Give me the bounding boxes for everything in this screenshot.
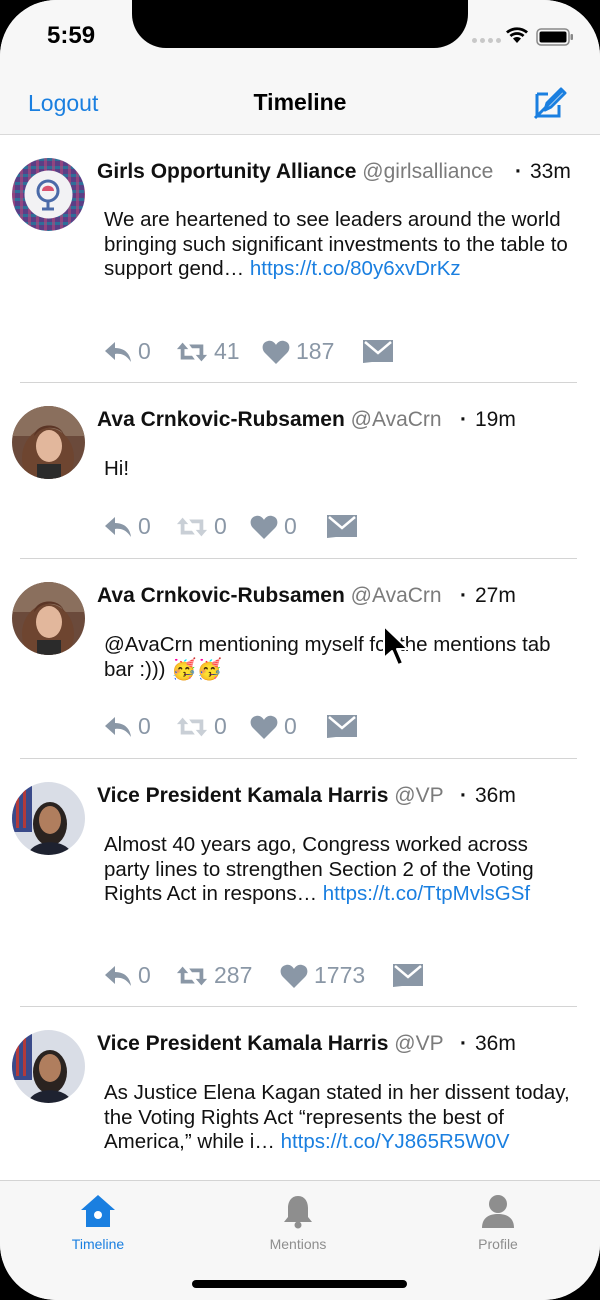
bell-icon xyxy=(284,1196,312,1229)
author-name: Ava Crnkovic-Rubsamen xyxy=(97,584,345,607)
reply-button[interactable]: 0 xyxy=(104,713,151,740)
tweet-cell[interactable]: Ava Crnkovic-Rubsamen @AvaCrn · 19m Hi! 0… xyxy=(0,383,600,559)
author-name: Girls Opportunity Alliance xyxy=(97,160,357,183)
wifi-icon xyxy=(506,27,528,43)
battery-icon xyxy=(536,28,573,46)
author-handle: @girlsalliance xyxy=(362,160,494,183)
avatar[interactable] xyxy=(12,582,85,655)
tweet-actions: 0 0 0 xyxy=(104,713,574,743)
tweet-timestamp: · 27m xyxy=(460,584,516,607)
tweet-timestamp: · 36m xyxy=(460,784,516,807)
tweet-cell[interactable]: Vice President Kamala Harris @VP · 36m As… xyxy=(0,1007,600,1180)
tweet-cell[interactable]: Girls Opportunity Alliance @girlsallianc… xyxy=(0,136,600,383)
avatar[interactable] xyxy=(12,1030,85,1103)
retweet-button[interactable]: 0 xyxy=(176,513,227,540)
message-button[interactable] xyxy=(362,338,394,364)
reply-button[interactable]: 0 xyxy=(104,962,151,989)
tweet-text: Hi! xyxy=(104,457,130,480)
message-icon xyxy=(362,338,394,364)
heart-icon xyxy=(250,514,278,540)
mouse-pointer-icon xyxy=(383,625,409,666)
compose-icon[interactable] xyxy=(533,86,567,120)
retweet-icon xyxy=(176,340,208,364)
message-icon xyxy=(326,513,358,539)
tweet-link[interactable]: https://t.co/TtpMvlsGSf xyxy=(323,882,530,905)
timeline-list[interactable]: Girls Opportunity Alliance @girlsallianc… xyxy=(0,136,600,1180)
retweet-button[interactable]: 41 xyxy=(176,338,240,365)
tweet-cell[interactable]: Ava Crnkovic-Rubsamen @AvaCrn · 27m @AvaC… xyxy=(0,559,600,759)
status-time: 5:59 xyxy=(47,22,96,49)
reply-button[interactable]: 0 xyxy=(104,513,151,540)
tweet-actions: 0 287 1773 xyxy=(104,962,574,992)
home-indicator[interactable] xyxy=(192,1280,407,1288)
tweet-header: Ava Crnkovic-Rubsamen @AvaCrn xyxy=(97,584,442,608)
retweet-button[interactable]: 287 xyxy=(176,962,252,989)
heart-icon xyxy=(250,714,278,740)
tweet-actions: 0 41 187 xyxy=(104,338,574,368)
reply-icon xyxy=(104,715,132,739)
tab-profile[interactable]: Profile xyxy=(438,1193,558,1252)
author-handle: @VP xyxy=(394,784,444,807)
retweet-button[interactable]: 0 xyxy=(176,713,227,740)
tweet-text: As Justice Elena Kagan stated in her dis… xyxy=(104,1081,570,1153)
reply-button[interactable]: 0 xyxy=(104,338,151,365)
reply-icon xyxy=(104,964,132,988)
author-handle: @AvaCrn xyxy=(350,584,442,607)
tweet-header: Vice President Kamala Harris @VP xyxy=(97,784,444,808)
author-handle: @AvaCrn xyxy=(350,408,442,431)
author-name: Vice President Kamala Harris xyxy=(97,1032,389,1055)
message-icon xyxy=(326,713,358,739)
tweet-text: @AvaCrn mentioning myself for the mentio… xyxy=(104,633,551,681)
message-button[interactable] xyxy=(326,513,358,539)
reply-icon xyxy=(104,515,132,539)
avatar[interactable] xyxy=(12,406,85,479)
page-title: Timeline xyxy=(253,89,347,115)
author-handle: @VP xyxy=(394,1032,444,1055)
like-button[interactable]: 0 xyxy=(250,713,297,740)
tweet-timestamp: · 33m xyxy=(515,160,571,183)
tab-label: Profile xyxy=(478,1236,518,1252)
tweet-link[interactable]: https://t.co/80y6xvDrKz xyxy=(250,257,461,280)
phone-screen: 5:59 Logout Timeline Girls Opportunity A… xyxy=(0,0,600,1300)
tweet-text: Almost 40 years ago, Congress worked acr… xyxy=(104,833,534,905)
notch xyxy=(132,0,468,48)
reply-icon xyxy=(104,340,132,364)
status-bar: 5:59 xyxy=(0,0,600,72)
like-button[interactable]: 0 xyxy=(250,513,297,540)
tweet-text: We are heartened to see leaders around t… xyxy=(104,208,568,280)
author-name: Ava Crnkovic-Rubsamen xyxy=(97,408,345,431)
message-button[interactable] xyxy=(326,713,358,739)
tweet-header: Girls Opportunity Alliance @girlsallianc… xyxy=(97,160,493,184)
retweet-icon xyxy=(176,964,208,988)
retweet-icon xyxy=(176,515,208,539)
author-name: Vice President Kamala Harris xyxy=(97,784,389,807)
tab-mentions[interactable]: Mentions xyxy=(238,1193,358,1252)
tweet-header: Vice President Kamala Harris @VP xyxy=(97,1032,444,1056)
message-button[interactable] xyxy=(392,962,424,988)
heart-icon xyxy=(280,963,308,989)
message-icon xyxy=(392,962,424,988)
retweet-icon xyxy=(176,715,208,739)
tab-label: Timeline xyxy=(71,1236,125,1252)
tweet-timestamp: · 19m xyxy=(460,408,516,431)
person-icon xyxy=(482,1195,514,1228)
tab-label: Mentions xyxy=(269,1236,327,1252)
tweet-link[interactable]: https://t.co/YJ865R5W0V xyxy=(281,1130,510,1153)
tweet-cell[interactable]: Vice President Kamala Harris @VP · 36m Al… xyxy=(0,759,600,1007)
tweet-actions: 0 0 0 xyxy=(104,513,574,543)
avatar[interactable] xyxy=(12,158,85,231)
tweet-header: Ava Crnkovic-Rubsamen @AvaCrn xyxy=(97,408,442,432)
navigation-bar: Logout Timeline xyxy=(0,72,600,135)
like-button[interactable]: 1773 xyxy=(280,962,365,989)
signal-icon xyxy=(472,38,501,43)
tweet-timestamp: · 36m xyxy=(460,1032,516,1055)
like-button[interactable]: 187 xyxy=(262,338,334,365)
home-icon xyxy=(81,1195,115,1227)
tab-timeline[interactable]: Timeline xyxy=(38,1193,158,1252)
heart-icon xyxy=(262,339,290,365)
avatar[interactable] xyxy=(12,782,85,855)
